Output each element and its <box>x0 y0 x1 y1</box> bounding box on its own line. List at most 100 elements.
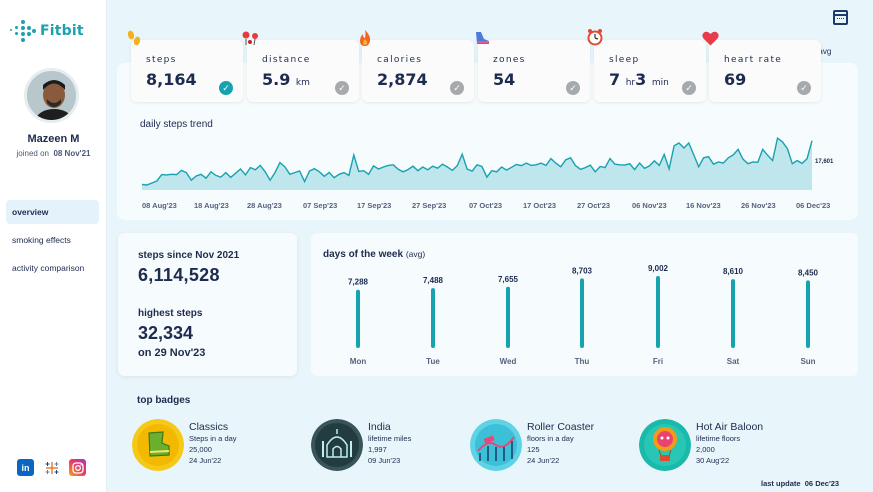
fitbit-logo[interactable]: Fitbit <box>10 20 84 42</box>
stat-value: 7 hr3 min <box>609 70 669 89</box>
stat-card-calories[interactable]: calories 2,874 ✓ <box>362 40 474 102</box>
dow-category-label: Sun <box>800 357 815 366</box>
daily-steps-trend-chart <box>141 136 813 190</box>
dow-category-label: Tue <box>426 357 440 366</box>
avatar <box>24 68 79 123</box>
social-links: in <box>17 459 86 476</box>
badge-desc: floors in a day <box>527 434 574 443</box>
dow-value-label: 7,288 <box>348 278 369 287</box>
dow-category-label: Fri <box>653 357 663 366</box>
linkedin-icon[interactable]: in <box>17 459 34 476</box>
dow-bar-fri <box>656 275 660 348</box>
check-icon: ✓ <box>797 81 811 95</box>
badge-value: 2,000 <box>696 445 715 454</box>
stat-card-distance[interactable]: distance 5.9 km ✓ <box>247 40 359 102</box>
stat-card-sleep[interactable]: sleep 7 hr3 min ✓ <box>594 40 706 102</box>
trend-x-tick: 07 Sep'23 <box>303 201 338 210</box>
dow-category-label: Mon <box>350 357 367 366</box>
steps-since-label: steps since Nov 2021 <box>138 250 240 261</box>
alarm-clock-icon <box>587 29 603 46</box>
trend-x-tick: 06 Dec'23 <box>796 201 831 210</box>
dow-bar-mon <box>356 289 360 348</box>
highest-steps-value: 32,334 <box>138 323 194 343</box>
stat-card-steps[interactable]: steps 8,164 ✓ <box>131 40 243 102</box>
highest-steps-label: highest steps <box>138 308 203 319</box>
sidebar-nav: overview smoking effects activity compar… <box>6 200 99 284</box>
stat-value: 5.9 km <box>262 70 310 89</box>
calendar-icon[interactable] <box>833 10 848 25</box>
nav-item-overview[interactable]: overview <box>6 200 99 224</box>
stat-value: 2,874 <box>377 70 428 89</box>
joined-date: 08 Nov'21 <box>53 149 91 158</box>
dow-bar-wed <box>506 286 510 348</box>
check-icon: ✓ <box>335 81 349 95</box>
stat-value: 8,164 <box>146 70 197 89</box>
trend-x-tick: 28 Aug'23 <box>247 201 282 210</box>
stat-label: distance <box>262 55 311 65</box>
fitbit-logo-icon <box>10 20 36 42</box>
trend-x-tick: 17 Oct'23 <box>523 201 557 210</box>
stat-label: heart rate <box>724 55 783 65</box>
india-badge-icon <box>311 419 363 471</box>
flame-icon <box>360 30 371 46</box>
dow-category-label: Thu <box>575 357 590 366</box>
tableau-icon[interactable] <box>43 459 60 476</box>
dow-value-label: 8,450 <box>798 268 819 277</box>
badge-name: India <box>368 421 391 433</box>
instagram-icon[interactable] <box>69 459 86 476</box>
badge-info: Hot Air Baloon lifetime floors 2,000 30 … <box>696 421 763 466</box>
heart-icon <box>702 31 719 46</box>
classics-badge-icon <box>132 419 184 471</box>
dow-bar-thu <box>580 278 584 348</box>
footsteps-icon <box>127 30 141 46</box>
badge-info: India lifetime miles 1,997 09 Jun'23 <box>368 421 411 466</box>
sidebar: Fitbit Mazeen M joined on 08 Nov'21 over… <box>0 0 107 492</box>
badge-info: Classics Steps in a day 25,000 24 Jun'22 <box>189 421 237 466</box>
stat-label: steps <box>146 55 177 65</box>
check-icon: ✓ <box>682 81 696 95</box>
trend-x-tick: 26 Nov'23 <box>741 201 776 210</box>
stat-label: sleep <box>609 55 640 65</box>
dow-value-label: 8,703 <box>572 266 593 275</box>
check-icon: ✓ <box>219 81 233 95</box>
nav-item-smoking-effects[interactable]: smoking effects <box>6 228 99 252</box>
badge-value: 25,000 <box>189 445 212 454</box>
dow-value-label: 8,610 <box>723 267 744 276</box>
badges-title: top badges <box>137 395 191 406</box>
stat-card-heart-rate[interactable]: heart rate 69 ✓ <box>709 40 821 102</box>
dow-value-label: 7,488 <box>423 276 444 285</box>
joined-info: joined on 08 Nov'21 <box>0 149 107 158</box>
shoe-icon <box>476 32 489 44</box>
stat-value: 54 <box>493 70 516 89</box>
trend-x-tick: 16 Nov'23 <box>686 201 721 210</box>
trend-x-tick: 27 Sep'23 <box>412 201 447 210</box>
trend-x-tick: 07 Oct'23 <box>469 201 503 210</box>
badge-name: Roller Coaster <box>527 421 595 433</box>
badge-date: 24 Jun'22 <box>189 456 222 465</box>
badge-desc: Steps in a day <box>189 434 237 443</box>
last-update-date: 06 Dec'23 <box>804 479 840 488</box>
badge-date: 24 Jun'22 <box>527 456 560 465</box>
trend-last-value-label: 17,601 <box>815 159 834 165</box>
badge-name: Classics <box>189 421 229 433</box>
user-name: Mazeen M <box>27 133 80 145</box>
badge-desc: lifetime miles <box>368 434 412 443</box>
trend-x-tick: 06 Nov'23 <box>632 201 667 210</box>
trend-x-tick: 08 Aug'23 <box>142 201 177 210</box>
check-icon: ✓ <box>566 81 580 95</box>
stat-card-zones[interactable]: zones 54 ✓ <box>478 40 590 102</box>
badge-date: 09 Jun'23 <box>368 456 401 465</box>
dow-bar-sat <box>731 279 735 348</box>
stat-label: calories <box>377 55 423 65</box>
check-icon: ✓ <box>450 81 464 95</box>
dow-value-label: 7,655 <box>498 275 519 284</box>
trend-x-tick: 18 Aug'23 <box>194 201 229 210</box>
nav-item-activity-comparison[interactable]: activity comparison <box>6 256 99 280</box>
roller-coaster-badge-icon <box>470 419 522 471</box>
stat-label: zones <box>493 55 526 65</box>
dow-category-label: Wed <box>500 357 517 366</box>
badge-name: Hot Air Baloon <box>696 421 764 433</box>
badge-desc: lifetime floors <box>696 434 741 443</box>
badge-value: 1,997 <box>368 445 387 454</box>
pin-icon <box>242 31 258 46</box>
